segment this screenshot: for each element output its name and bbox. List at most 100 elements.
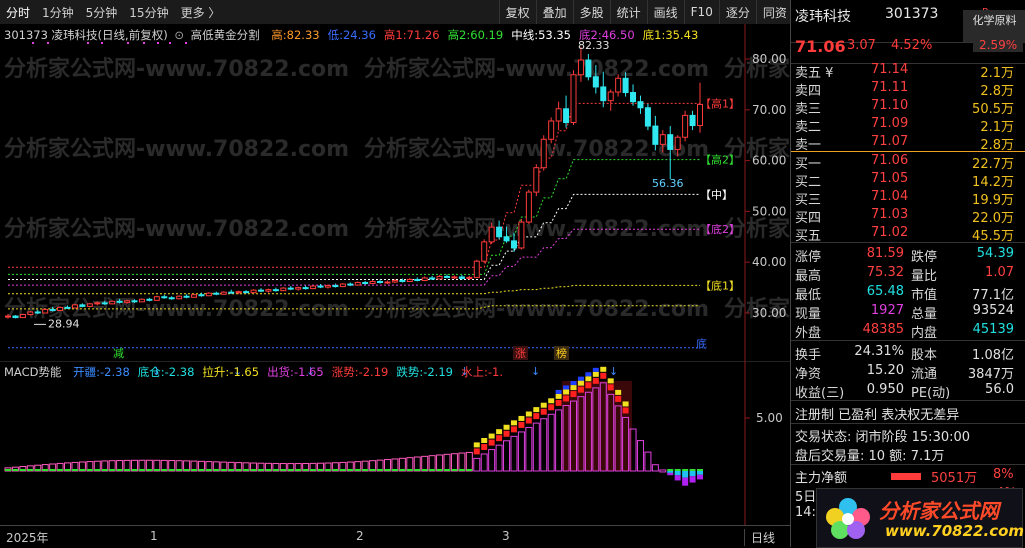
- candle-body[interactable]: [49, 308, 56, 311]
- candle-body[interactable]: [109, 300, 116, 305]
- candle-body[interactable]: [302, 287, 309, 290]
- candle-body[interactable]: [220, 291, 227, 295]
- candle-body[interactable]: [176, 295, 183, 300]
- settings-gear-icon[interactable]: ⊙: [174, 28, 184, 42]
- candle-body[interactable]: [153, 296, 160, 301]
- period-tab[interactable]: 更多 〉: [175, 4, 227, 21]
- candle-body[interactable]: [444, 275, 451, 278]
- candle-body[interactable]: [525, 191, 532, 223]
- candle-body[interactable]: [577, 59, 584, 76]
- candle-body[interactable]: [265, 289, 272, 292]
- asks-row[interactable]: 卖三 71.10 50.5万: [791, 97, 1025, 117]
- candle-body[interactable]: [466, 276, 473, 279]
- candle-body[interactable]: [183, 295, 190, 298]
- candle-body[interactable]: [488, 226, 495, 243]
- candle-body[interactable]: [674, 136, 681, 150]
- candle-body[interactable]: [540, 138, 547, 169]
- candle-body[interactable]: [667, 134, 674, 150]
- bids-row[interactable]: 买四 71.03 22.0万: [791, 206, 1025, 226]
- candle-body[interactable]: [138, 298, 145, 303]
- candle-body[interactable]: [384, 281, 391, 284]
- candle-body[interactable]: [131, 300, 138, 303]
- asks-row[interactable]: 卖二 71.09 2.1万: [791, 115, 1025, 135]
- candle-body[interactable]: [280, 287, 287, 292]
- candle-body[interactable]: [533, 167, 540, 193]
- candle-body[interactable]: [324, 285, 331, 288]
- candle-body[interactable]: [473, 260, 480, 278]
- toolbar-button[interactable]: 多股: [572, 0, 610, 24]
- candle-body[interactable]: [101, 302, 108, 305]
- candle-body[interactable]: [228, 291, 235, 294]
- candle-body[interactable]: [287, 287, 294, 290]
- candle-body[interactable]: [496, 226, 503, 238]
- candle-body[interactable]: [116, 300, 123, 303]
- period-tab[interactable]: 15分钟: [123, 4, 174, 21]
- candle-body[interactable]: [295, 287, 302, 290]
- candle-body[interactable]: [168, 297, 175, 300]
- candle-body[interactable]: [622, 77, 629, 94]
- candle-body[interactable]: [592, 76, 599, 88]
- candle-body[interactable]: [451, 276, 458, 279]
- candle-body[interactable]: [64, 306, 71, 309]
- candle-body[interactable]: [563, 108, 570, 123]
- candle-body[interactable]: [414, 278, 421, 281]
- toolbar-button[interactable]: 统计: [609, 0, 647, 24]
- candle-body[interactable]: [42, 308, 49, 314]
- period-tab[interactable]: 分时: [0, 4, 36, 21]
- candle-body[interactable]: [86, 303, 93, 307]
- candle-body[interactable]: [161, 296, 168, 299]
- candle-body[interactable]: [354, 282, 361, 286]
- candle-body[interactable]: [548, 120, 555, 140]
- candle-body[interactable]: [94, 302, 101, 305]
- candle-body[interactable]: [369, 281, 376, 285]
- period-button[interactable]: 日线: [744, 529, 775, 546]
- candle-body[interactable]: [71, 304, 78, 309]
- candle-body[interactable]: [272, 289, 279, 292]
- toolbar-button[interactable]: 同资: [755, 0, 793, 24]
- bids-row[interactable]: 买五 71.02 45.5万: [791, 224, 1025, 244]
- candle-body[interactable]: [652, 125, 659, 145]
- candle-body[interactable]: [421, 277, 428, 281]
- indicator-name[interactable]: 高低黄金分割: [191, 28, 260, 42]
- candle-body[interactable]: [391, 279, 398, 283]
- asks-row[interactable]: 卖一 71.07 2.8万: [791, 133, 1025, 153]
- candle-body[interactable]: [213, 292, 220, 295]
- toolbar-button[interactable]: 复权: [498, 0, 536, 24]
- candle-body[interactable]: [682, 114, 689, 138]
- candle-body[interactable]: [436, 275, 443, 280]
- sub-indicator-name[interactable]: MACD势能: [4, 365, 61, 379]
- candle-body[interactable]: [332, 285, 339, 288]
- candle-body[interactable]: [243, 291, 250, 294]
- toolbar-button[interactable]: 逐分: [718, 0, 756, 24]
- period-tab[interactable]: 5分钟: [80, 4, 124, 21]
- candle-body[interactable]: [630, 92, 637, 103]
- candle-body[interactable]: [555, 108, 562, 122]
- candle-body[interactable]: [235, 291, 242, 294]
- candle-body[interactable]: [57, 306, 64, 311]
- bids-row[interactable]: 买三 71.04 19.9万: [791, 188, 1025, 208]
- candle-body[interactable]: [34, 311, 41, 314]
- candle-body[interactable]: [615, 77, 622, 93]
- candle-body[interactable]: [659, 134, 666, 145]
- candle-body[interactable]: [27, 311, 34, 316]
- event-tag[interactable]: 榜: [556, 346, 567, 360]
- candle-body[interactable]: [570, 74, 577, 123]
- toolbar-button[interactable]: 叠加: [535, 0, 573, 24]
- candle-body[interactable]: [481, 241, 488, 262]
- candle-body[interactable]: [600, 86, 607, 102]
- candle-body[interactable]: [585, 59, 592, 78]
- period-tab[interactable]: 1分钟: [36, 4, 80, 21]
- candle-body[interactable]: [146, 298, 153, 301]
- toolbar-button[interactable]: 画线: [646, 0, 684, 24]
- bids-row[interactable]: 买二 71.05 14.2万: [791, 170, 1025, 190]
- candle-body[interactable]: [429, 277, 436, 280]
- candle-body[interactable]: [124, 300, 131, 303]
- candle-body[interactable]: [205, 292, 212, 297]
- candle-body[interactable]: [339, 283, 346, 288]
- candle-body[interactable]: [257, 289, 264, 292]
- event-tag[interactable]: 涨: [515, 347, 526, 360]
- candle-body[interactable]: [377, 281, 384, 284]
- candle-body[interactable]: [503, 236, 510, 242]
- candle-body[interactable]: [644, 107, 651, 127]
- candle-body[interactable]: [399, 279, 406, 283]
